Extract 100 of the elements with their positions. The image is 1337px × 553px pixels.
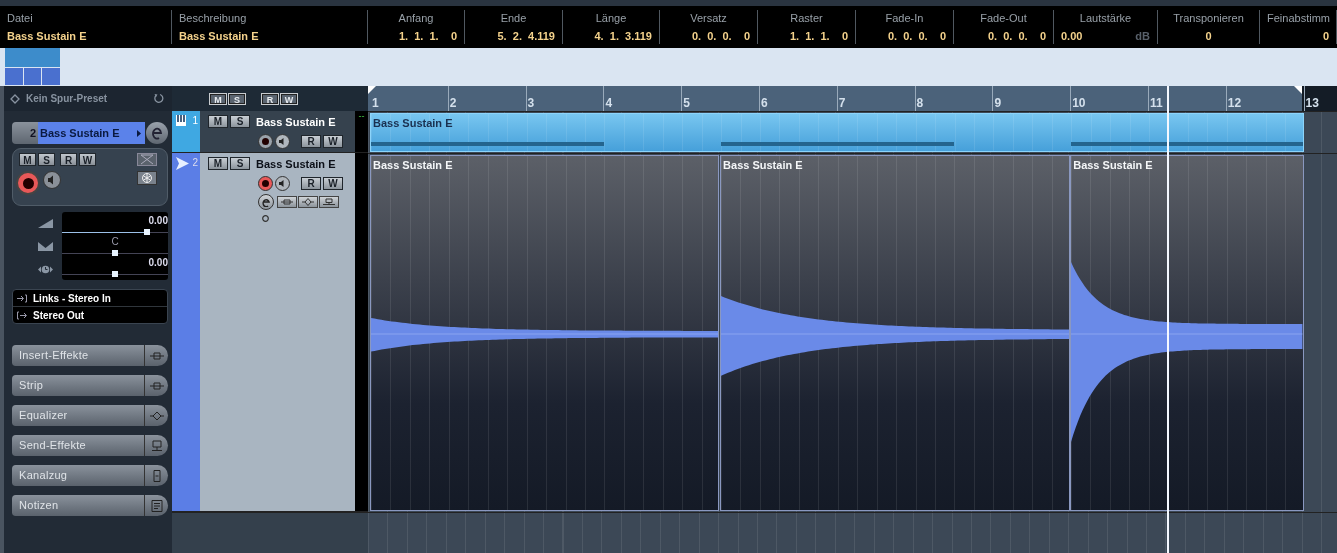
routing-label[interactable]: Links - Stereo In — [33, 292, 111, 304]
speaker-icon[interactable] — [43, 171, 61, 189]
record-button[interactable] — [16, 171, 40, 195]
track-name[interactable]: Bass Sustain E — [256, 115, 336, 128]
read-all-button[interactable]: R — [261, 92, 279, 105]
audio-event[interactable]: Bass Sustain E — [1070, 155, 1304, 511]
output-icon — [17, 310, 27, 320]
slider-thumb[interactable] — [143, 228, 150, 235]
preset-icon — [10, 93, 20, 104]
solo-all-button[interactable]: S — [228, 92, 246, 105]
field-label: Transponieren — [1172, 12, 1245, 24]
edit-icon — [151, 126, 163, 140]
field-value[interactable]: 0 — [1165, 30, 1252, 42]
read-button[interactable]: R — [301, 177, 321, 190]
bar-number: 4 — [605, 96, 613, 110]
strip-icon — [148, 379, 165, 392]
field-value[interactable]: 0.00 — [1061, 30, 1083, 42]
bar-number: 8 — [916, 96, 924, 110]
field-value[interactable]: 0. 0. 0. 0 — [961, 30, 1046, 42]
reset-icon[interactable] — [153, 93, 164, 104]
track-name[interactable]: Bass Sustain E — [256, 157, 336, 170]
field-label: Fade-In — [884, 12, 925, 24]
section-button[interactable]: Kanalzug — [12, 465, 168, 486]
mute-all-button[interactable]: M — [209, 92, 227, 105]
timeline-ruler[interactable]: 1 2 3 4 5 6 7 8 9 10 11 12 13 — [368, 86, 1337, 112]
notes-icon — [148, 499, 165, 512]
bar-number: 1 — [372, 96, 379, 110]
fx-button[interactable] — [298, 196, 318, 208]
field-label: Feinabstimm — [1267, 12, 1329, 24]
record-button[interactable] — [258, 176, 273, 191]
solo-button[interactable]: S — [230, 115, 250, 128]
field-value[interactable]: 1. 1. 1. 0 — [765, 30, 848, 42]
mute-button[interactable]: M — [19, 153, 36, 166]
fx-button[interactable] — [319, 196, 339, 208]
unit-label: dB — [1135, 30, 1150, 42]
mute-button[interactable]: M — [208, 157, 228, 170]
field-value[interactable]: 4. 1. 3.119 — [570, 30, 652, 42]
track-header[interactable]: M S Bass Sustain E R W — [200, 153, 355, 511]
edit-button[interactable] — [258, 194, 274, 210]
triangle-icon — [137, 129, 141, 137]
event-name: Bass Sustain E — [373, 159, 453, 171]
write-button[interactable]: W — [323, 135, 343, 148]
slider-thumb[interactable] — [112, 250, 118, 256]
field-label: Datei — [7, 12, 34, 24]
bar-number: 3 — [527, 96, 535, 110]
field-value[interactable]: Bass Sustain E — [7, 30, 164, 42]
edit-button[interactable] — [146, 122, 168, 144]
fx-button[interactable] — [277, 196, 297, 208]
track-number: 1 — [192, 115, 199, 126]
field-value[interactable]: 1. 1. 1. 0 — [375, 30, 457, 42]
keyboard-icon — [176, 115, 186, 126]
field-label: Anfang — [397, 12, 435, 24]
record-button[interactable] — [258, 134, 273, 149]
freeze-icon[interactable] — [137, 171, 157, 185]
speaker-icon[interactable] — [275, 176, 290, 191]
section-button[interactable]: Send-Effekte — [12, 435, 168, 456]
read-button[interactable]: R — [301, 135, 321, 148]
bar-number: 10 — [1072, 96, 1086, 110]
field-value[interactable]: 0 — [1267, 30, 1329, 42]
volume-reading: 0.00 — [148, 214, 168, 226]
zone-selector[interactable] — [5, 48, 60, 86]
edit-icon — [262, 197, 270, 207]
write-button[interactable]: W — [79, 153, 96, 166]
volume-icon — [37, 216, 54, 231]
field-value[interactable]: 5. 2. 4.119 — [472, 30, 555, 42]
write-button[interactable]: W — [323, 177, 343, 190]
audio-event[interactable]: Bass Sustain E — [370, 155, 720, 511]
solo-button[interactable]: S — [230, 157, 250, 170]
track-name-field[interactable]: Bass Sustain E — [38, 122, 145, 144]
speaker-icon[interactable] — [275, 134, 290, 149]
event-name: Bass Sustain E — [1073, 159, 1153, 171]
read-button[interactable]: R — [60, 153, 77, 166]
ring-icon — [262, 215, 269, 222]
solo-button[interactable]: S — [38, 153, 55, 166]
field-value[interactable]: Bass Sustain E — [179, 30, 360, 42]
routing-label[interactable]: Stereo Out — [33, 309, 85, 321]
field-label: Ende — [499, 12, 528, 24]
field-label: Lautstärke — [1078, 12, 1133, 24]
audio-event[interactable]: Bass Sustain E — [720, 155, 1071, 511]
eq-icon — [301, 198, 315, 206]
pan-reading: C — [111, 236, 119, 247]
event-name: Bass Sustain E — [723, 159, 803, 171]
field-value[interactable]: 0. 0. 0. 0 — [863, 30, 946, 42]
field-label: Länge — [594, 12, 628, 24]
write-all-button[interactable]: W — [280, 92, 298, 105]
send-icon — [322, 198, 336, 206]
play-icon — [176, 157, 189, 170]
midi-event[interactable]: Bass Sustain E — [370, 113, 1304, 152]
bar-number: 11 — [1150, 96, 1163, 110]
bar-number: 7 — [838, 96, 846, 110]
eq-icon — [148, 409, 165, 422]
field-value[interactable]: 0. 0. 0. 0 — [667, 30, 750, 42]
slider-thumb[interactable] — [112, 271, 118, 278]
bar-number: 9 — [994, 96, 1002, 110]
field-label: Versatz — [689, 12, 728, 24]
insert-icon — [280, 198, 294, 206]
insert-icon — [148, 349, 165, 362]
delay-reading: 0.00 — [148, 257, 168, 269]
input-icon — [17, 293, 27, 303]
mute-button[interactable]: M — [208, 115, 228, 128]
